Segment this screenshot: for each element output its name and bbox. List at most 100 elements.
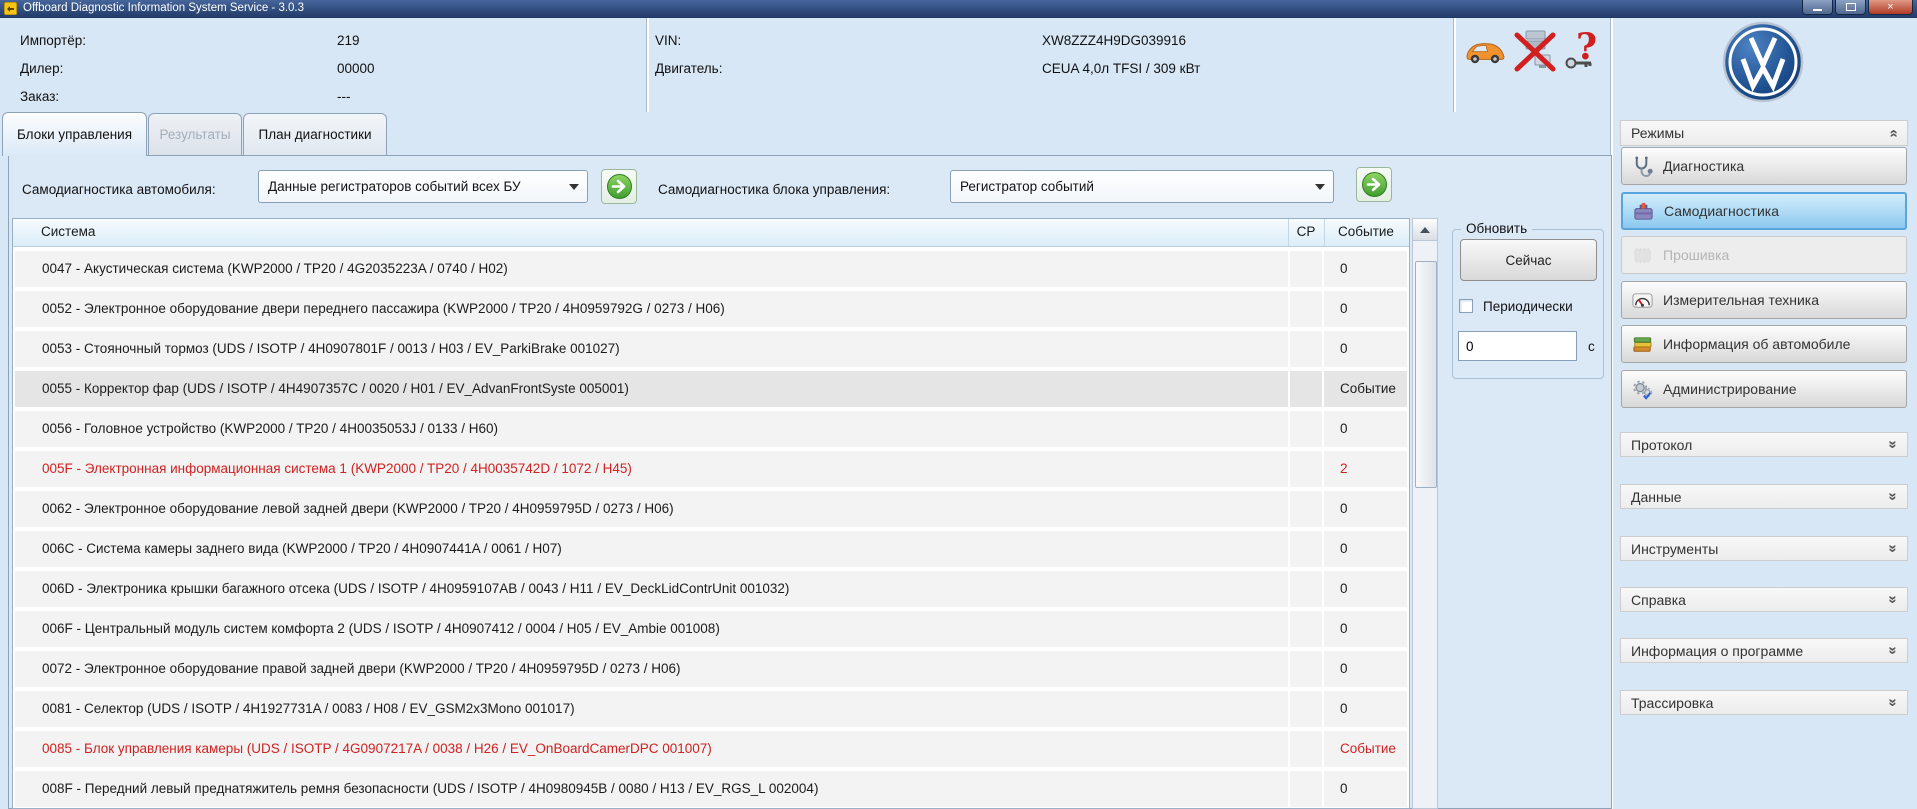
system-cell: 0081 - Селектор (UDS / ISOTP / 4H1927731…	[42, 701, 575, 716]
table-row[interactable]: 0056 - Головное устройство (KWP2000 / TP…	[15, 411, 1407, 447]
mode-button[interactable]: Диагностика	[1621, 147, 1907, 185]
engine-value: CEUA 4,0л TFSI / 309 кВт	[1042, 61, 1201, 76]
cp-cell	[1288, 611, 1324, 647]
scroll-up-button[interactable]	[1413, 219, 1437, 241]
systems-table: Система СР Событие 0047 - Акустическая с…	[12, 218, 1410, 809]
table-row[interactable]: 0055 - Корректор фар (UDS / ISOTP / 4H49…	[15, 371, 1407, 407]
dealer-value: 00000	[337, 61, 375, 76]
mode-button[interactable]: Информация об автомобиле	[1621, 325, 1907, 363]
help-unavailable-icon: ?	[1562, 26, 1606, 77]
minimize-button[interactable]	[1802, 0, 1833, 15]
section-label: Информация о программе	[1631, 642, 1804, 659]
table-row[interactable]: 006D - Электроника крышки багажного отсе…	[15, 571, 1407, 607]
ecu-flash-icon	[1630, 243, 1654, 267]
periodic-label: Периодически	[1483, 299, 1573, 314]
gauge-icon	[1630, 288, 1654, 312]
chevron-double-down-icon: »	[1884, 698, 1902, 707]
table-row[interactable]: 0081 - Селектор (UDS / ISOTP / 4H1927731…	[15, 691, 1407, 727]
table-row[interactable]: 0072 - Электронное оборудование правой з…	[15, 651, 1407, 687]
tab-control-units[interactable]: Блоки управления	[2, 112, 147, 156]
event-cell: 0	[1340, 781, 1348, 796]
table-row[interactable]: 0052 - Электронное оборудование двери пе…	[15, 291, 1407, 327]
chevron-down-icon	[569, 184, 579, 195]
app-window: Offboard Diagnostic Information System S…	[0, 0, 1917, 809]
system-cell: 005F - Электронная информационная систем…	[42, 461, 632, 476]
system-cell: 006D - Электроника крышки багажного отсе…	[42, 581, 790, 596]
window-controls: ×	[1802, 0, 1913, 15]
column-system[interactable]: Система	[41, 224, 95, 239]
event-cell: Событие	[1340, 381, 1396, 396]
sidebar-section[interactable]: Инструменты »	[1620, 536, 1908, 561]
table-row[interactable]: 0047 - Акустическая система (KWP2000 / T…	[15, 251, 1407, 287]
event-cell: 0	[1340, 501, 1348, 516]
column-event[interactable]: Событие	[1338, 224, 1394, 239]
column-cp[interactable]: СР	[1288, 224, 1324, 239]
mode-button[interactable]: Измерительная техника	[1621, 281, 1907, 319]
vin-label: VIN:	[655, 33, 682, 48]
sidebar-section[interactable]: Трассировка »	[1620, 690, 1908, 715]
app-icon	[3, 1, 18, 16]
mode-label: Прошивка	[1663, 247, 1730, 263]
sidebar-section[interactable]: Данные »	[1620, 484, 1908, 509]
run-vehicle-selfdiag-button[interactable]	[601, 169, 637, 204]
chevron-double-down-icon: »	[1884, 440, 1902, 449]
refresh-group-title: Обновить	[1461, 221, 1533, 236]
table-row[interactable]: 0062 - Электронное оборудование левой за…	[15, 491, 1407, 527]
maximize-button[interactable]	[1835, 0, 1866, 15]
tab-diagnostic-plan[interactable]: План диагностики	[243, 113, 387, 155]
event-cell: 0	[1340, 301, 1348, 316]
event-cell: 0	[1340, 261, 1348, 276]
cp-cell	[1288, 411, 1324, 447]
vehicle-icon	[1464, 36, 1506, 71]
mode-button[interactable]: Самодиагностика	[1621, 192, 1907, 230]
event-cell: 0	[1340, 661, 1348, 676]
system-cell: 008F - Передний левый преднатяжитель рем…	[42, 781, 819, 796]
mode-button: Прошивка	[1621, 236, 1907, 274]
sidebar-section[interactable]: Справка »	[1620, 587, 1908, 612]
cp-cell	[1288, 691, 1324, 727]
mode-label: Измерительная техника	[1663, 292, 1820, 308]
table-scrollbar[interactable]	[1412, 218, 1438, 809]
section-label: Протокол	[1631, 436, 1693, 453]
green-arrow-icon	[1361, 172, 1387, 197]
table-row[interactable]: 008F - Передний левый преднатяжитель рем…	[15, 771, 1407, 807]
cp-cell	[1288, 731, 1324, 767]
event-cell: 0	[1340, 701, 1348, 716]
vehicle-selfdiag-value: Данные регистраторов событий всех БУ	[268, 179, 521, 194]
system-cell: 0052 - Электронное оборудование двери пе…	[42, 301, 725, 316]
sidebar-section[interactable]: Информация о программе »	[1620, 638, 1908, 663]
cp-cell	[1288, 571, 1324, 607]
table-row[interactable]: 006C - Система камеры заднего вида (KWP2…	[15, 531, 1407, 567]
refresh-now-button[interactable]: Сейчас	[1460, 239, 1597, 281]
interval-unit: с	[1588, 339, 1595, 354]
system-cell: 0053 - Стояночный тормоз (UDS / ISOTP / …	[42, 341, 620, 356]
run-ecu-selfdiag-button[interactable]	[1356, 167, 1392, 202]
books-icon	[1630, 332, 1654, 356]
close-button[interactable]: ×	[1868, 0, 1913, 15]
system-cell: 006F - Центральный модуль систем комфорт…	[42, 621, 720, 636]
sidebar-section[interactable]: Протокол »	[1620, 432, 1908, 457]
green-arrow-icon	[606, 174, 632, 199]
system-cell: 0085 - Блок управления камеры (UDS / ISO…	[42, 741, 712, 756]
table-header: Система СР Событие	[13, 219, 1409, 247]
cp-cell	[1288, 451, 1324, 487]
periodic-checkbox[interactable]	[1459, 299, 1473, 313]
system-cell: 0055 - Корректор фар (UDS / ISOTP / 4H49…	[42, 381, 629, 396]
table-row[interactable]: 005F - Электронная информационная систем…	[15, 451, 1407, 487]
modes-header[interactable]: Режимы »	[1620, 120, 1908, 146]
order-value: ---	[337, 89, 351, 104]
ecu-selfdiag-select[interactable]: Регистратор событий	[950, 170, 1334, 203]
interval-input[interactable]	[1458, 331, 1577, 361]
header-divider-2	[1453, 18, 1456, 112]
scroll-thumb[interactable]	[1415, 261, 1437, 488]
chevron-double-down-icon: »	[1884, 544, 1902, 553]
cp-cell	[1288, 491, 1324, 527]
table-row[interactable]: 0053 - Стояночный тормоз (UDS / ISOTP / …	[15, 331, 1407, 367]
table-row[interactable]: 006F - Центральный модуль систем комфорт…	[15, 611, 1407, 647]
titlebar[interactable]: Offboard Diagnostic Information System S…	[0, 0, 1917, 18]
system-cell: 006C - Система камеры заднего вида (KWP2…	[42, 541, 562, 556]
chevron-double-down-icon: »	[1884, 595, 1902, 604]
mode-button[interactable]: Администрирование	[1621, 370, 1907, 408]
table-row[interactable]: 0085 - Блок управления камеры (UDS / ISO…	[15, 731, 1407, 767]
vehicle-selfdiag-select[interactable]: Данные регистраторов событий всех БУ	[258, 170, 588, 203]
